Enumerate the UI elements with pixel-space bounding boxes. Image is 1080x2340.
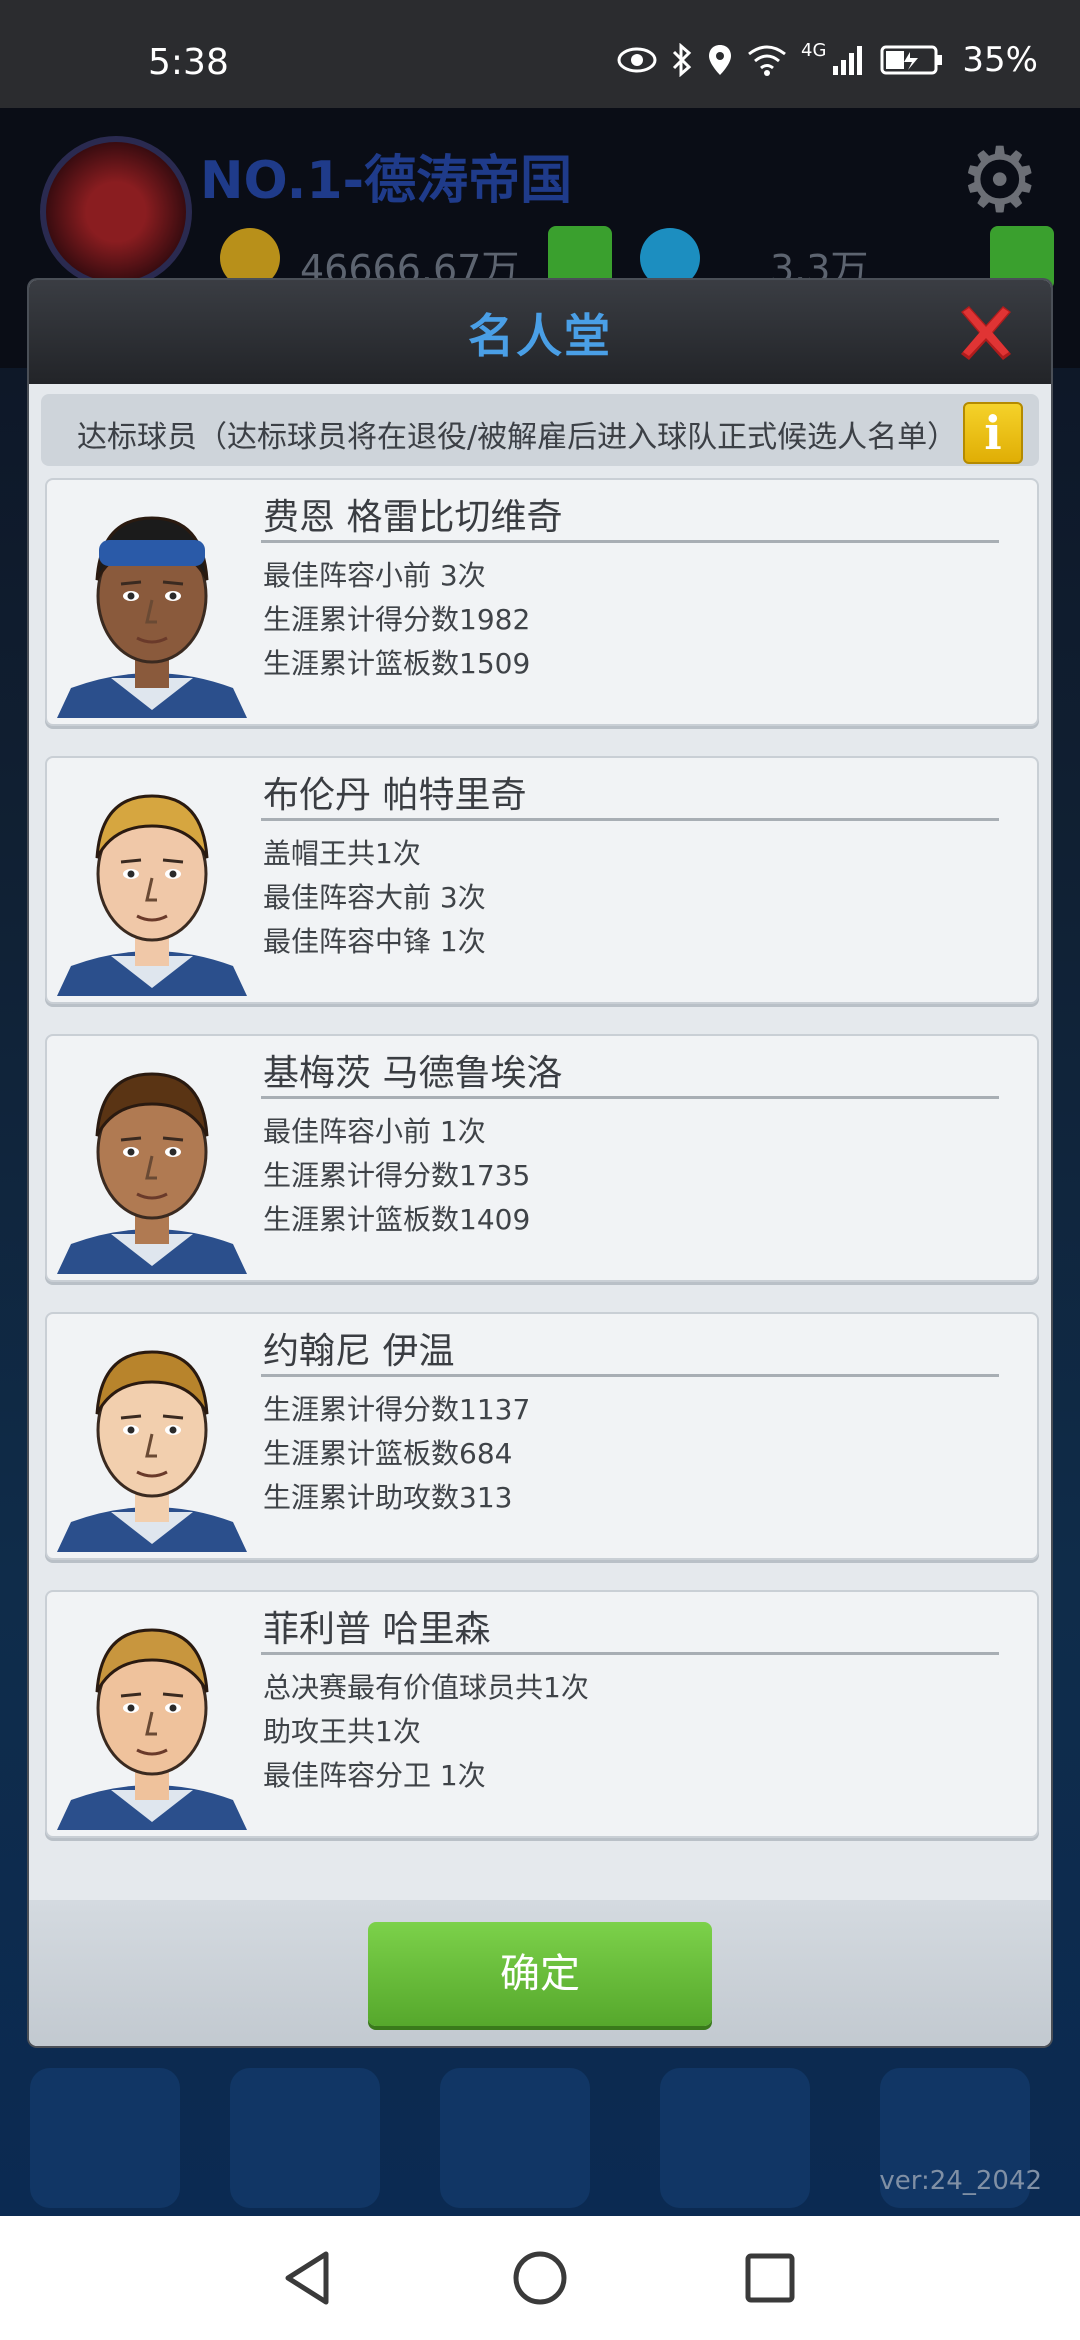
player-stat: 助攻王共1次 — [263, 1715, 421, 1748]
notice-text: 达标球员（达标球员将在退役/被解雇后进入球队正式候选人名单） — [77, 420, 958, 455]
close-icon — [961, 306, 1011, 360]
divider — [261, 1652, 999, 1655]
player-portrait — [57, 1072, 247, 1274]
player-stat: 生涯累计篮板数684 — [263, 1437, 513, 1470]
player-name: 布伦丹 帕特里奇 — [263, 775, 527, 816]
team-crest[interactable] — [40, 136, 192, 288]
player-stat: 最佳阵容小前 3次 — [263, 559, 486, 592]
divider — [261, 1096, 999, 1099]
player-portrait — [57, 1628, 247, 1830]
player-stat: 最佳阵容中锋 1次 — [263, 925, 486, 958]
player-stat: 生涯累计得分数1137 — [263, 1393, 531, 1426]
nav-slot-star[interactable] — [30, 2068, 180, 2208]
nav-slot-chat[interactable] — [660, 2068, 810, 2208]
player-stat: 生涯累计篮板数1509 — [263, 647, 531, 680]
player-name: 菲利普 哈里森 — [263, 1609, 491, 1650]
wifi-icon — [748, 45, 786, 76]
divider — [261, 1374, 999, 1377]
battery-icon — [880, 45, 943, 75]
player-name: 约翰尼 伊温 — [263, 1331, 455, 1372]
location-icon — [709, 45, 732, 75]
player-portrait — [57, 1350, 247, 1552]
bluetooth-icon — [672, 43, 692, 77]
info-button[interactable]: i — [963, 402, 1023, 464]
version-label: ver:24_2042 — [879, 2166, 1042, 2196]
player-card[interactable]: 布伦丹 帕特里奇盖帽王共1次最佳阵容大前 3次 最佳阵容中锋 1次 — [45, 756, 1039, 1004]
player-card[interactable]: 费恩 格雷比切维奇最佳阵容小前 3次生涯累计得分数1982 生涯累计篮板数1509 — [45, 478, 1039, 726]
player-card[interactable]: 基梅茨 马德鲁埃洛最佳阵容小前 1次生涯累计得分数1735 生涯累计篮板数1409 — [45, 1034, 1039, 1282]
player-stat: 生涯累计助攻数313 — [263, 1481, 513, 1514]
close-button[interactable] — [949, 296, 1023, 370]
status-time: 5:38 — [148, 42, 229, 83]
player-portrait — [57, 794, 247, 996]
dialog-title: 名人堂 — [468, 309, 612, 363]
divider — [261, 818, 999, 821]
player-card[interactable]: 菲利普 哈里森总决赛最有价值球员共1次 助攻王共1次最佳阵容分卫 1次 — [45, 1590, 1039, 1838]
battery-percent: 35% — [962, 40, 1038, 80]
player-stat: 最佳阵容小前 1次 — [263, 1115, 486, 1148]
eye-icon — [617, 47, 657, 73]
status-bar: 5:38 4G 35% — [0, 0, 1080, 108]
player-stat: 盖帽王共1次 — [263, 837, 421, 870]
team-name: NO.1-德涛帝国 — [200, 151, 573, 211]
player-name: 费恩 格雷比切维奇 — [263, 497, 563, 538]
dialog-header: 名人堂 — [29, 280, 1051, 384]
player-list[interactable]: 费恩 格雷比切维奇最佳阵容小前 3次生涯累计得分数1982 生涯累计篮板数1509… — [29, 478, 1051, 1854]
player-stat: 最佳阵容分卫 1次 — [263, 1759, 486, 1792]
player-stat: 最佳阵容大前 3次 — [263, 881, 486, 914]
home-icon[interactable] — [508, 2246, 572, 2310]
player-name: 基梅茨 马德鲁埃洛 — [263, 1053, 563, 1094]
divider — [261, 540, 999, 543]
signal-icon — [833, 46, 863, 75]
gear-icon[interactable]: ⚙ — [959, 128, 1040, 233]
notice-bar: 达标球员（达标球员将在退役/被解雇后进入球队正式候选人名单） i — [41, 394, 1039, 466]
player-stat: 生涯累计得分数1735 — [263, 1159, 531, 1192]
player-portrait — [57, 516, 247, 718]
nav-slot-court[interactable] — [440, 2068, 590, 2208]
back-icon[interactable] — [276, 2246, 340, 2310]
coin-icon — [220, 228, 280, 288]
player-card[interactable]: 约翰尼 伊温生涯累计得分数1137 生涯累计篮板数684 生涯累计助攻数313 — [45, 1312, 1039, 1560]
hall-of-fame-dialog: 名人堂 达标球员（达标球员将在退役/被解雇后进入球队正式候选人名单） i 费恩 … — [29, 280, 1051, 2046]
status-icons: 4G 35% — [617, 40, 1038, 80]
gem-icon — [640, 228, 700, 288]
nav-slot-yen[interactable] — [230, 2068, 380, 2208]
confirm-button[interactable]: 确定 — [368, 1922, 712, 2026]
player-stat: 生涯累计得分数1982 — [263, 603, 531, 636]
recents-icon[interactable] — [738, 2246, 802, 2310]
system-nav-bar — [0, 2216, 1080, 2340]
network-type: 4G — [801, 39, 827, 61]
player-stat: 总决赛最有价值球员共1次 — [263, 1671, 589, 1704]
player-stat: 生涯累计篮板数1409 — [263, 1203, 531, 1236]
